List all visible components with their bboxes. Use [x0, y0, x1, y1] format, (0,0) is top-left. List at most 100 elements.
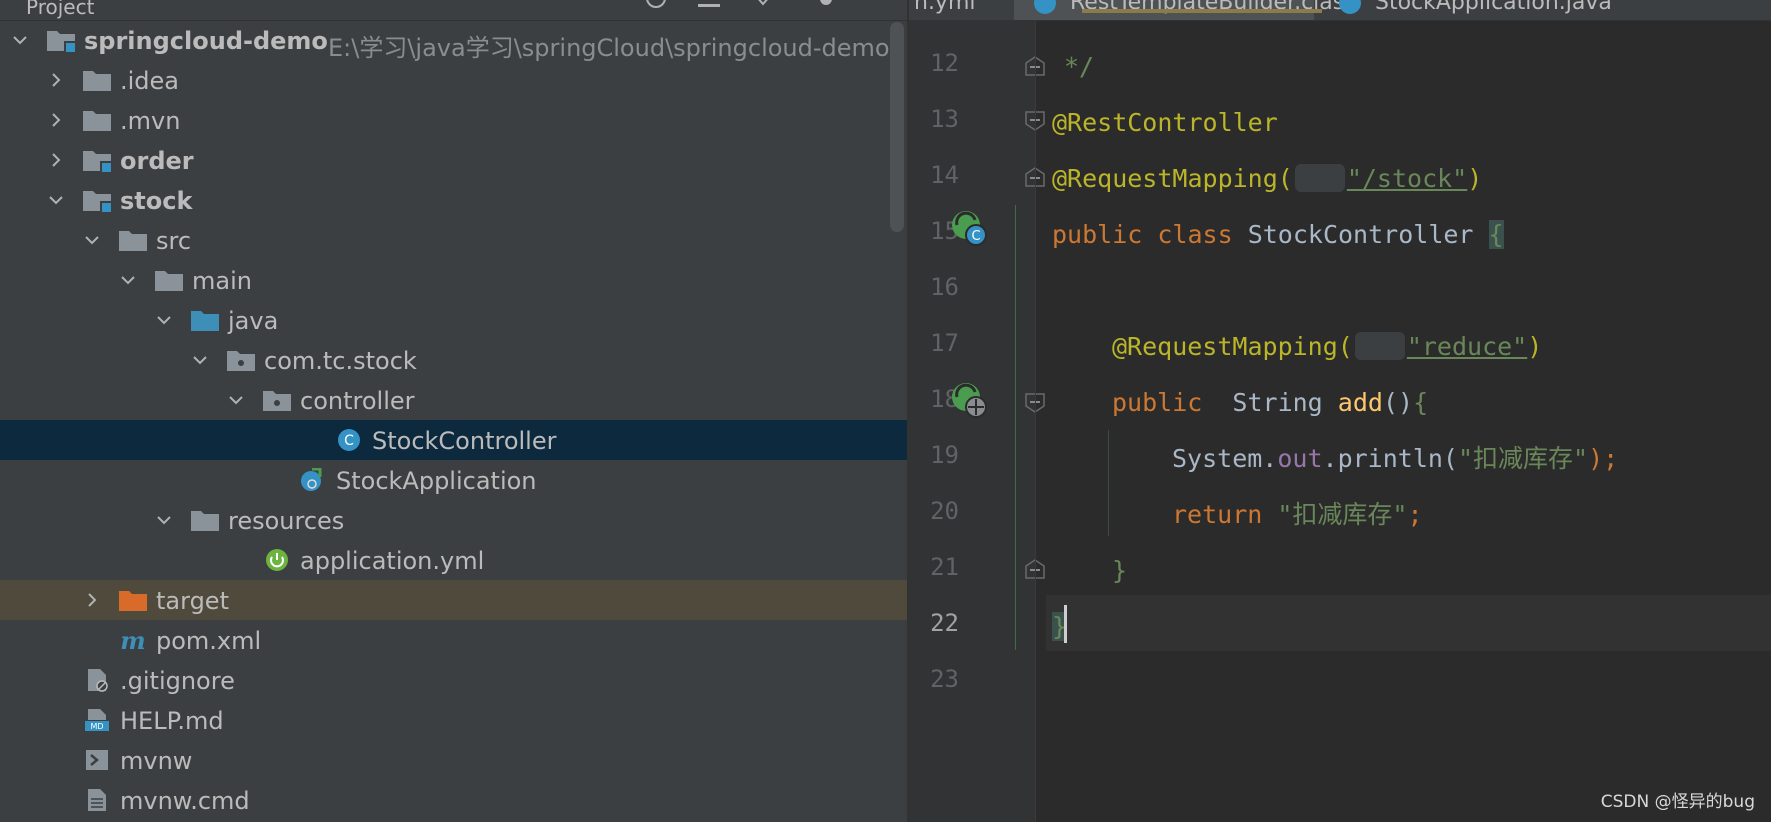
chevron-down-icon[interactable]: [46, 190, 66, 210]
chevron-down-icon[interactable]: [10, 30, 30, 50]
folder-icon: [190, 508, 220, 532]
java-class-icon: C: [334, 428, 364, 452]
tab-label: StockApplication.java: [1375, 0, 1612, 15]
line-number: 14: [930, 161, 959, 189]
code-token: add: [1337, 388, 1383, 417]
code-token: @RequestMapping(: [1052, 164, 1293, 193]
code-token: "扣减库存": [1277, 500, 1408, 529]
tree-item[interactable]: target: [0, 580, 907, 620]
code-token: {: [1413, 388, 1429, 417]
code-line-12: */: [1064, 47, 1094, 87]
spring-bean-class-icon[interactable]: C: [951, 210, 987, 246]
spring-web-endpoint-icon[interactable]: [951, 382, 987, 418]
code-token: }: [1112, 556, 1128, 585]
current-line-highlight: [1046, 595, 1771, 651]
tree-item[interactable]: com.tc.stock: [0, 340, 907, 380]
chevron-down-icon[interactable]: [226, 390, 246, 410]
tree-item-label: controller: [300, 387, 415, 415]
tab-label: n.yml: [914, 0, 976, 15]
tree-item-label: HELP.md: [120, 707, 224, 735]
tree-item-label: main: [192, 267, 252, 295]
folder-icon: [118, 228, 148, 252]
spring-boot-class-icon: [298, 467, 328, 492]
url-inlay-hint-icon[interactable]: [1294, 164, 1345, 192]
tree-item-label: StockApplication: [336, 467, 537, 495]
tree-item-label: com.tc.stock: [264, 347, 417, 375]
line-number: 16: [930, 273, 959, 301]
maven-icon: m: [118, 626, 148, 655]
module-folder-icon: [82, 148, 112, 172]
expand-icon[interactable]: [752, 0, 774, 8]
tree-item-label: mvnw.cmd: [120, 787, 250, 815]
tab-yml[interactable]: n.yml: [914, 0, 1014, 20]
tree-item[interactable]: StockApplication: [0, 460, 907, 500]
tree-item[interactable]: stock: [0, 180, 907, 220]
chevron-down-icon[interactable]: [154, 510, 174, 530]
code-line-21: }: [1112, 551, 1127, 591]
collapse-all-icon[interactable]: [698, 0, 720, 8]
module-folder-icon: [82, 188, 112, 212]
tree-item[interactable]: MD HELP.md: [0, 700, 907, 740]
chevron-right-icon[interactable]: [46, 150, 66, 170]
code-token[interactable]: "/stock": [1347, 164, 1467, 193]
chevron-right-icon[interactable]: [46, 110, 66, 130]
tree-item[interactable]: resources: [0, 500, 907, 540]
settings-gear-icon[interactable]: [815, 0, 837, 8]
svg-text:C: C: [344, 433, 354, 449]
chevron-down-icon[interactable]: [190, 350, 210, 370]
change-marker: [1015, 205, 1016, 650]
code-token: ): [1527, 332, 1543, 361]
gitignore-file-icon: [82, 668, 112, 692]
code-token: );: [1588, 444, 1619, 473]
tree-item-label: springcloud-demo: [84, 27, 328, 55]
chevron-right-icon[interactable]: [46, 70, 66, 90]
tree-item[interactable]: java: [0, 300, 907, 340]
tree-item[interactable]: application.yml: [0, 540, 907, 580]
tree-item[interactable]: .idea: [0, 60, 907, 100]
tree-item[interactable]: C StockController: [0, 420, 907, 460]
locate-icon[interactable]: [645, 0, 667, 8]
tree-item-label: src: [156, 227, 192, 255]
chevron-down-icon[interactable]: [118, 270, 138, 290]
tab-underline: [1082, 9, 1322, 13]
line-number: 19: [930, 441, 959, 469]
tree-item[interactable]: src: [0, 220, 907, 260]
class-file-icon: [1034, 0, 1056, 14]
tree-item[interactable]: m pom.xml: [0, 620, 907, 660]
shell-file-icon: [82, 748, 112, 772]
tab-rest-template-builder[interactable]: RestTemplateBuilder.class: [1014, 0, 1356, 20]
line-number: 23: [930, 665, 959, 693]
tree-item[interactable]: .mvn: [0, 100, 907, 140]
svg-text:MD: MD: [90, 722, 103, 731]
code-line-20: return "扣减库存";: [1172, 495, 1423, 535]
tree-item[interactable]: mvnw: [0, 740, 907, 780]
text-file-icon: [82, 788, 112, 812]
source-folder-icon: [190, 308, 220, 332]
spring-config-icon: [262, 548, 292, 572]
line-number-current: 22: [930, 609, 959, 637]
excluded-folder-icon: [118, 588, 148, 612]
tree-item-label: mvnw: [120, 747, 193, 775]
url-inlay-hint-icon[interactable]: [1354, 332, 1405, 360]
chevron-right-icon[interactable]: [82, 590, 102, 610]
tree-item[interactable]: controller: [0, 380, 907, 420]
chevron-down-icon[interactable]: [154, 310, 174, 330]
chevron-down-icon[interactable]: [82, 230, 102, 250]
tree-item-label: java: [228, 307, 279, 335]
package-icon: [262, 388, 292, 412]
code-token: return: [1172, 500, 1263, 529]
editor-tab-bar: n.yml RestTemplateBuilder.class StockApp…: [909, 0, 1771, 21]
folder-icon: [82, 108, 112, 132]
code-token: "扣减库存": [1457, 444, 1589, 473]
project-scrollbar[interactable]: [890, 22, 904, 232]
module-folder-icon: [46, 28, 76, 52]
tree-item[interactable]: .gitignore: [0, 660, 907, 700]
tree-item-label: .idea: [120, 67, 180, 95]
tree-item[interactable]: order: [0, 140, 907, 180]
code-token[interactable]: "reduce": [1407, 332, 1527, 361]
code-editor[interactable]: n.yml RestTemplateBuilder.class StockApp…: [909, 0, 1771, 822]
tab-stock-application[interactable]: StockApplication.java: [1339, 0, 1659, 20]
tree-item[interactable]: main: [0, 260, 907, 300]
tree-item[interactable]: springcloud-demo E:\学习\java学习\springCloud…: [0, 20, 907, 62]
tree-item[interactable]: mvnw.cmd: [0, 780, 907, 820]
